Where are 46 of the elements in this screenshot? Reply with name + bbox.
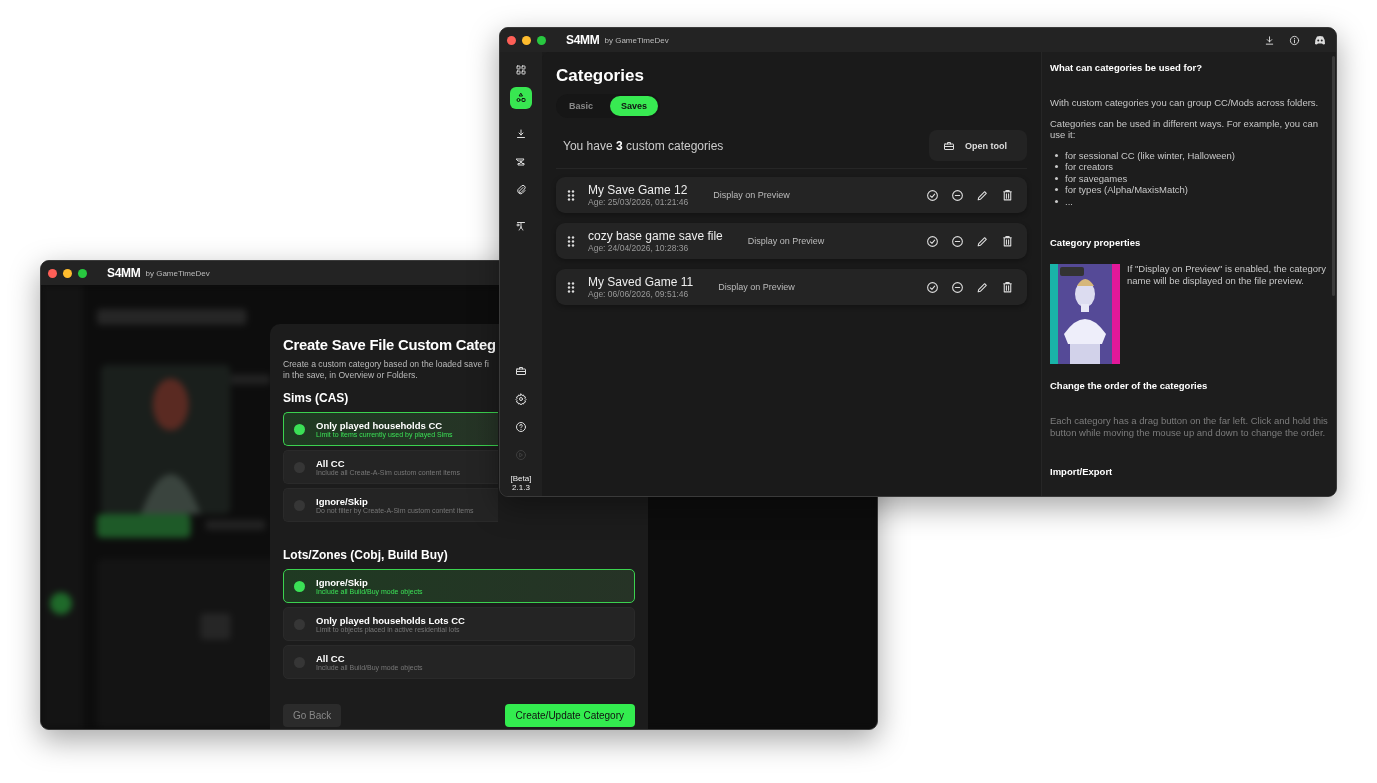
list-item: for savegames xyxy=(1065,172,1128,184)
app-byline: by GameTimeDev xyxy=(145,268,210,278)
app-logo: S4MM xyxy=(566,33,600,47)
create-button[interactable]: Create/Update Category xyxy=(504,704,635,727)
help-heading: Category properties xyxy=(1050,237,1142,248)
help-heading: Change the order of the categories xyxy=(1050,380,1209,391)
tab[interactable]: Saves xyxy=(610,96,659,116)
option-title: All CC xyxy=(316,458,346,469)
dialog-title: Create Save File Custom Categ xyxy=(283,337,496,353)
help-text: Each category has a drag button on the far left. Click and hold this button while moving the mouse up and down to change the order. xyxy=(1050,415,1328,438)
list-item: for types (Alpha/MaxisMatch) xyxy=(1065,184,1188,196)
category-property: Display on Preview xyxy=(713,190,790,200)
tab[interactable]: Basic xyxy=(558,96,605,116)
category-property: Display on Preview xyxy=(747,236,825,246)
option-title: Only played households CC xyxy=(316,420,444,431)
open-tool-button[interactable]: Open tool xyxy=(929,130,1027,161)
help-text: With custom categories you can group CC/Mods across folders. xyxy=(1050,97,1320,109)
app-logo: S4MM xyxy=(107,266,141,280)
section-heading: Lots/Zones (Cobj, Build Buy) xyxy=(283,548,448,562)
option-title: Ignore/Skip xyxy=(316,496,369,507)
app-byline: by GameTimeDev xyxy=(604,35,669,45)
back-button[interactable]: Go Back xyxy=(283,704,342,727)
category-count: You have 3 custom categories xyxy=(563,138,724,153)
option-title: All CC xyxy=(316,653,346,664)
category-age: Age: 06/06/2026, 09:51:46 xyxy=(588,289,690,299)
version-label: 2.1.3 xyxy=(511,483,531,492)
category-name: cozy base game save file xyxy=(588,229,723,243)
list-item: for sessional CC (like winter, Halloween) xyxy=(1065,149,1235,161)
help-text: Categories can be used in different ways. For example, you can use it: xyxy=(1050,117,1320,141)
version-label: [Beta] xyxy=(510,474,532,483)
dialog-description: in the save, in Overview or Folders. xyxy=(283,370,418,381)
dialog-description: Create a custom category based on the loaded save fi xyxy=(283,359,489,370)
list-item: for creators xyxy=(1065,161,1114,173)
option-title: Ignore/Skip xyxy=(316,577,369,588)
category-age: Age: 25/03/2026, 01:21:46 xyxy=(588,197,689,207)
help-heading: Import/Export xyxy=(1050,466,1114,477)
help-heading: What can categories be used for? xyxy=(1050,62,1204,73)
list-item: ... xyxy=(1065,195,1073,207)
help-text: If "Display on Preview" is enabled, the category name will be displayed on the file preview. xyxy=(1127,263,1327,288)
category-name: My Save Game 12 xyxy=(588,183,689,197)
section-heading: Sims (CAS) xyxy=(283,391,349,405)
category-name: My Saved Game 11 xyxy=(588,275,694,289)
category-property: Display on Preview xyxy=(718,282,795,292)
option-title: Only played households Lots CC xyxy=(316,615,465,626)
page-title: Categories xyxy=(556,66,645,86)
category-age: Age: 24/04/2026, 10:28:36 xyxy=(588,243,690,253)
